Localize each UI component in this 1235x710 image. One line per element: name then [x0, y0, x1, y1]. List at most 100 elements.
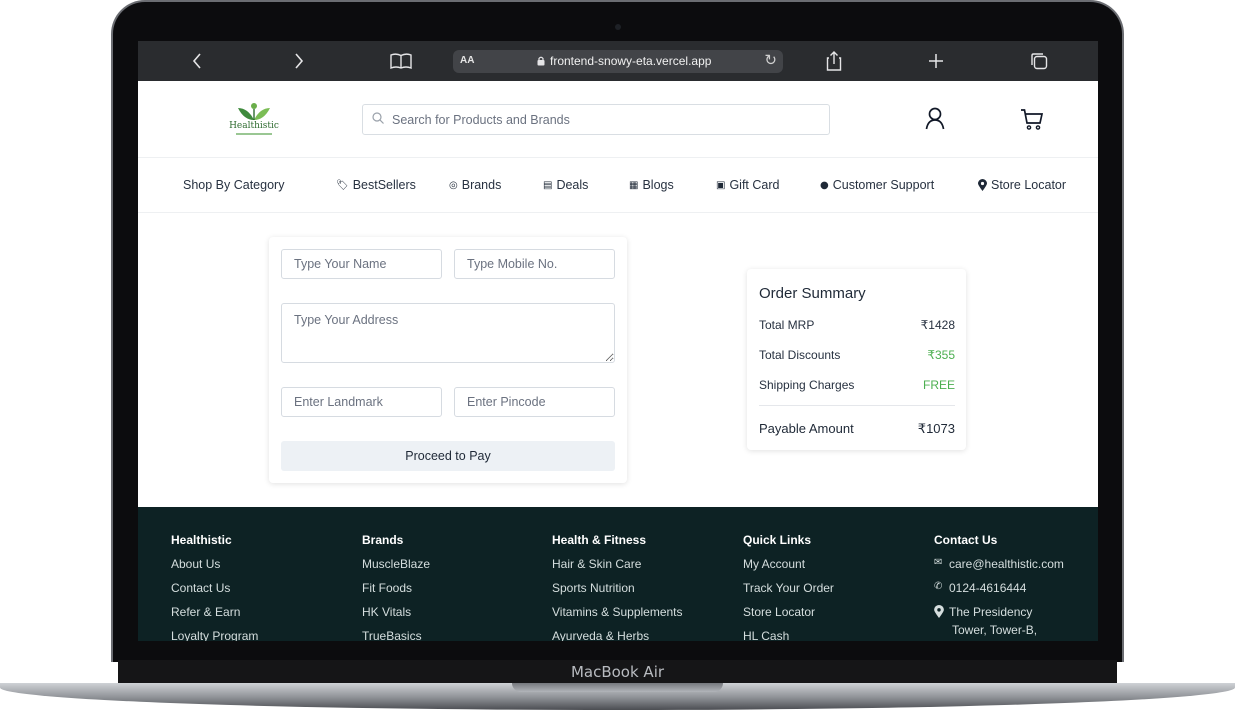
footer-heading: Brands [362, 533, 404, 547]
footer-column-healthistic: Healthistic About Us Contact Us Refer & … [171, 533, 258, 641]
tabs-button[interactable] [1027, 49, 1051, 73]
nav-label: Blogs [642, 178, 674, 192]
nav-store-locator[interactable]: Store Locator [978, 178, 1066, 192]
footer-link[interactable]: Loyalty Program [171, 629, 258, 641]
back-button[interactable] [185, 49, 209, 73]
bookmarks-button[interactable] [389, 49, 413, 73]
summary-divider [759, 405, 955, 406]
footer-address-line-2: Tower, Tower-B, [934, 623, 1064, 641]
tabs-icon [1031, 53, 1048, 70]
chevron-left-icon [192, 53, 201, 69]
landmark-field[interactable] [281, 387, 442, 417]
address-bar[interactable]: AA frontend-snowy-eta.vercel.app ↻ [453, 50, 783, 73]
footer-email[interactable]: ✉ care@healthistic.com [934, 557, 1064, 581]
category-nav: Shop By Category 🏷 BestSellers ◎ Brands … [138, 158, 1098, 213]
email-text: care@healthistic.com [949, 557, 1064, 571]
share-icon [826, 51, 842, 71]
summary-row-mrp: Total MRP ₹1428 [759, 318, 955, 332]
summary-title: Order Summary [759, 285, 866, 302]
pincode-field[interactable] [454, 387, 615, 417]
reload-icon[interactable]: ↻ [764, 51, 777, 69]
badge-icon: ◎ [449, 179, 458, 191]
footer-link[interactable]: HL Cash [743, 629, 834, 641]
plus-icon [929, 54, 943, 68]
phone-icon: ✆ [934, 581, 943, 592]
book-icon [390, 53, 412, 69]
footer-column-brands: Brands MuscleBlaze Fit Foods HK Vitals T… [362, 533, 430, 641]
site-header: Healthistic [138, 81, 1098, 158]
footer-column-quick-links: Quick Links My Account Track Your Order … [743, 533, 834, 641]
footer-link[interactable]: MuscleBlaze [362, 557, 430, 581]
footer-address: The Presidency [934, 605, 1064, 623]
nav-brands[interactable]: ◎ Brands [449, 178, 501, 192]
logo-tagline [236, 133, 272, 135]
account-button[interactable] [924, 107, 946, 131]
mail-icon: ✉ [934, 557, 943, 568]
footer-link[interactable]: Track Your Order [743, 581, 834, 605]
new-tab-button[interactable] [924, 49, 948, 73]
footer-link[interactable]: Contact Us [171, 581, 258, 605]
footer-link[interactable]: Store Locator [743, 605, 834, 629]
summary-row-discounts: Total Discounts ₹355 [759, 348, 955, 362]
url-text: frontend-snowy-eta.vercel.app [550, 54, 712, 68]
nav-deals[interactable]: ▤ Deals [543, 178, 588, 192]
search-bar[interactable] [362, 104, 830, 135]
nav-bestsellers[interactable]: 🏷 BestSellers [336, 178, 416, 192]
order-summary: Order Summary Total MRP ₹1428 Total Disc… [747, 269, 966, 450]
nav-blogs[interactable]: ▦ Blogs [629, 178, 674, 192]
nav-label: Deals [556, 178, 589, 192]
phone-text: 0124-4616444 [949, 581, 1027, 595]
address-line: Tower, Tower-B, [952, 623, 1038, 637]
payable-value: ₹1073 [917, 421, 955, 436]
leaf-logo-icon [238, 103, 270, 120]
site-footer: Healthistic About Us Contact Us Refer & … [138, 507, 1098, 641]
chevron-right-icon [295, 53, 304, 69]
footer-link[interactable]: HK Vitals [362, 605, 430, 629]
address-field[interactable] [281, 303, 615, 363]
footer-link[interactable]: Hair & Skin Care [552, 557, 683, 581]
laptop-notch [512, 683, 723, 692]
search-input[interactable] [392, 106, 822, 133]
nav-label: Brands [461, 178, 502, 192]
lock-icon [537, 56, 545, 66]
mobile-field[interactable] [454, 249, 615, 279]
nav-customer-support[interactable]: ● Customer Support [820, 178, 934, 192]
footer-heading: Contact Us [934, 533, 998, 547]
footer-link[interactable]: Sports Nutrition [552, 581, 683, 605]
footer-link[interactable]: Refer & Earn [171, 605, 258, 629]
nav-label: Gift Card [729, 178, 780, 192]
summary-value: FREE [922, 378, 955, 392]
site-logo[interactable]: Healthistic [226, 100, 282, 140]
nav-gift-card[interactable]: ▣ Gift Card [716, 178, 779, 192]
footer-link[interactable]: Fit Foods [362, 581, 430, 605]
proceed-to-pay-button[interactable]: Proceed to Pay [281, 441, 615, 471]
nav-shop-by-category[interactable]: Shop By Category [183, 178, 284, 192]
address-line: The Presidency [949, 605, 1033, 619]
summary-value: ₹1428 [920, 318, 955, 332]
summary-label: Shipping Charges [759, 378, 855, 392]
user-icon [925, 107, 945, 130]
payable-label: Payable Amount [759, 421, 854, 436]
footer-link[interactable]: My Account [743, 557, 834, 581]
footer-link[interactable]: TrueBasics [362, 629, 430, 641]
footer-link[interactable]: Ayurveda & Herbs [552, 629, 683, 641]
text-size-button[interactable]: AA [460, 55, 474, 66]
cart-button[interactable] [1020, 107, 1044, 131]
ticket-icon: ▤ [543, 179, 553, 191]
nav-label: Shop By Category [183, 178, 285, 192]
location-pin-icon [978, 179, 987, 191]
footer-link[interactable]: About Us [171, 557, 258, 581]
footer-link[interactable]: Vitamins & Supplements [552, 605, 683, 629]
nav-label: BestSellers [352, 178, 416, 192]
summary-value: ₹355 [927, 348, 955, 362]
summary-row-shipping: Shipping Charges FREE [759, 378, 955, 392]
forward-button[interactable] [287, 49, 311, 73]
name-field[interactable] [281, 249, 442, 279]
share-button[interactable] [822, 49, 846, 73]
footer-phone[interactable]: ✆ 0124-4616444 [934, 581, 1064, 605]
footer-heading: Quick Links [743, 533, 812, 547]
url-display: frontend-snowy-eta.vercel.app [537, 54, 711, 68]
footer-column-health-fitness: Health & Fitness Hair & Skin Care Sports… [552, 533, 683, 641]
device-label: MacBook Air [570, 663, 665, 681]
newspaper-icon: ▦ [629, 179, 639, 191]
